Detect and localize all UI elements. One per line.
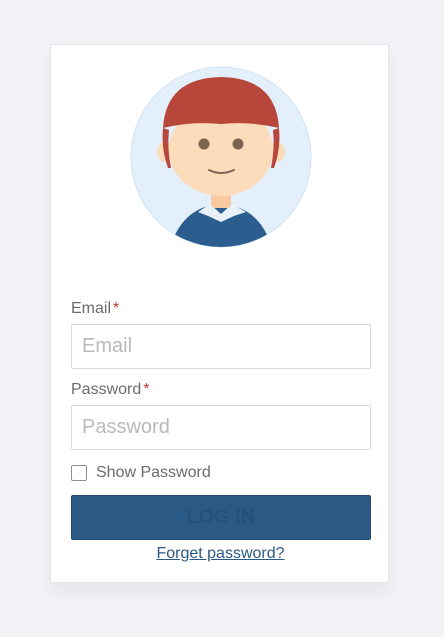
show-password-row[interactable]: Show Password: [71, 463, 211, 483]
forget-password-link[interactable]: Forget password?: [51, 545, 390, 563]
email-label-text: Email: [71, 300, 112, 317]
login-card: Email* Password* Show Password LOG IN Fo…: [50, 44, 389, 583]
email-required-mark: *: [113, 300, 120, 317]
email-label: Email *: [71, 300, 119, 318]
email-input[interactable]: [71, 324, 371, 369]
user-avatar-icon: [130, 66, 312, 248]
show-password-checkbox[interactable]: [71, 465, 87, 481]
password-input[interactable]: [71, 405, 371, 450]
password-label: Password *: [71, 381, 149, 399]
password-required-mark: *: [143, 381, 150, 398]
login-button[interactable]: LOG IN: [71, 495, 371, 540]
show-password-label[interactable]: Show Password: [96, 464, 211, 482]
password-label-text: Password: [71, 381, 142, 398]
